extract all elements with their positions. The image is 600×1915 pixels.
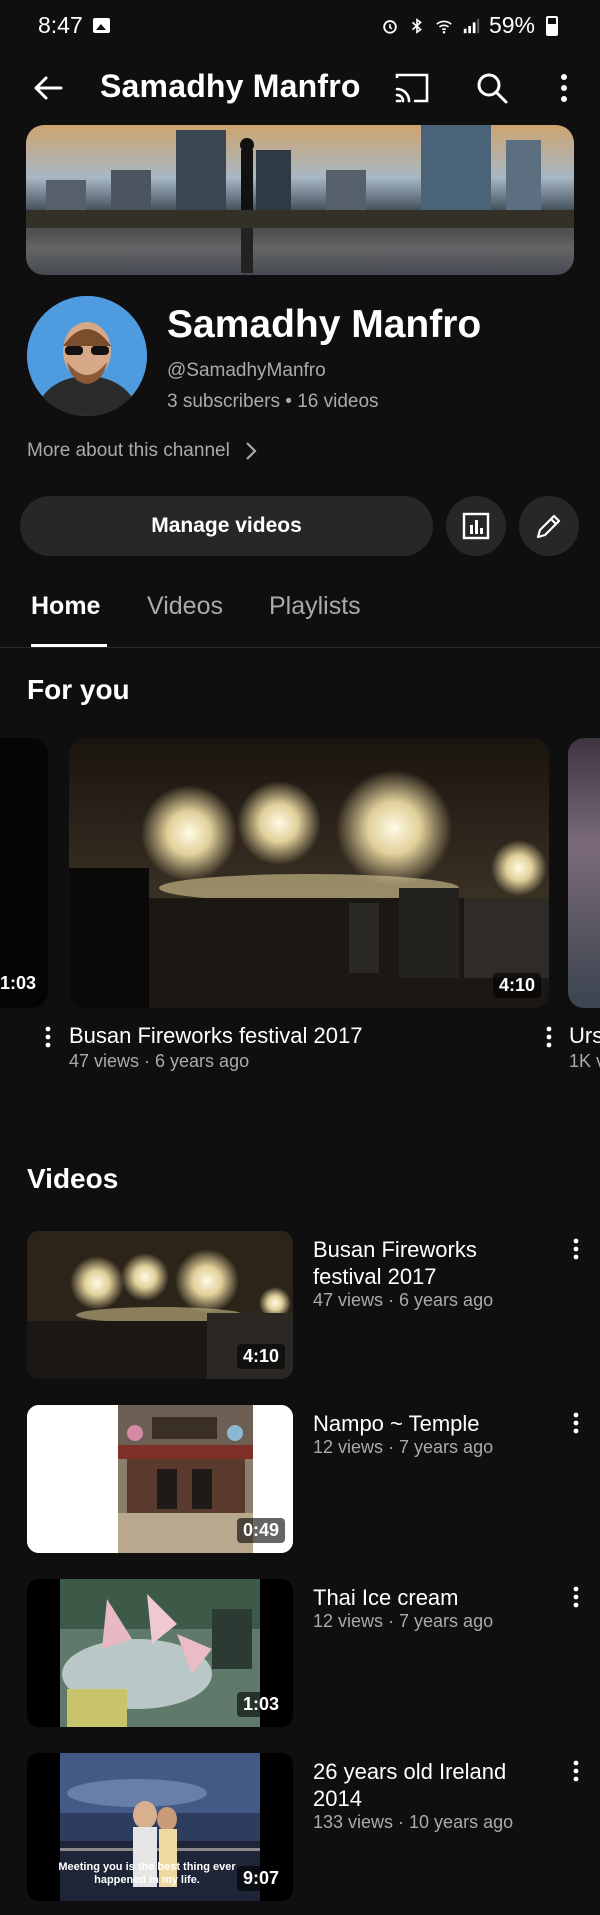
tab-home[interactable]: Home: [31, 592, 100, 621]
video-duration: 0:49: [236, 1518, 285, 1543]
edit-channel-button[interactable]: [519, 496, 579, 556]
more-options-icon[interactable]: [544, 68, 584, 108]
video-title[interactable]: Nampo ~ Temple: [313, 1410, 543, 1437]
search-icon[interactable]: [472, 68, 512, 108]
video-options-icon[interactable]: [40, 1025, 56, 1049]
video-thumbnail[interactable]: 1:03: [27, 1579, 293, 1727]
next-video-options-icon[interactable]: [541, 1025, 557, 1049]
bluetooth-icon: [411, 17, 422, 34]
status-bar: 8:47 59%: [0, 0, 600, 56]
video-options-icon[interactable]: [568, 1759, 584, 1783]
previous-video-thumbnail[interactable]: [0, 738, 48, 1008]
channel-banner: [26, 125, 574, 275]
video-thumbnail[interactable]: 0:49: [27, 1405, 293, 1553]
channel-tabs: Home Videos Playlists: [0, 578, 600, 648]
video-thumbnail[interactable]: Meeting you is the best thing ever happe…: [27, 1753, 293, 1901]
video-caption-text: Meeting you is the best thing ever happe…: [58, 1861, 236, 1886]
app-bar: Samadhy Manfro: [0, 56, 600, 120]
channel-stats: 3 subscribers • 16 videos: [167, 391, 379, 412]
back-arrow-icon[interactable]: [28, 68, 68, 108]
active-tab-indicator: [31, 644, 107, 647]
battery-icon: [546, 15, 558, 36]
signal-icon: [463, 18, 480, 33]
previous-video-duration: 1:03: [0, 973, 37, 993]
video-duration: 4:10: [492, 973, 541, 998]
list-item[interactable]: 1:03 Thai Ice cream 12 views · 7 years a…: [0, 1579, 600, 1729]
channel-name: Samadhy Manfro: [167, 303, 482, 346]
analytics-icon: [462, 512, 490, 540]
next-video-meta: 1K v: [569, 1051, 600, 1071]
list-item[interactable]: Meeting you is the best thing ever happe…: [0, 1753, 600, 1903]
banner-image: [26, 125, 574, 275]
fireworks-image: [69, 738, 549, 1008]
video-options-icon[interactable]: [568, 1411, 584, 1435]
video-meta: 133 views · 10 years ago: [313, 1812, 514, 1832]
tab-playlists[interactable]: Playlists: [269, 592, 361, 621]
list-item[interactable]: 4:10 Busan Fireworks festival 2017 47 vi…: [0, 1231, 600, 1381]
more-about-label: More about this channel: [27, 440, 230, 461]
video-thumbnail[interactable]: 4:10: [27, 1231, 293, 1379]
video-duration: 4:10: [236, 1344, 285, 1369]
video-duration: 9:07: [236, 1866, 285, 1891]
videos-heading: Videos: [27, 1163, 119, 1194]
video-meta: 47 views · 6 years ago: [313, 1290, 494, 1310]
more-about-channel-link[interactable]: More about this channel: [27, 440, 258, 462]
channel-avatar[interactable]: [27, 296, 147, 416]
video-meta: 12 views · 7 years ago: [313, 1437, 494, 1457]
next-video-thumbnail[interactable]: [568, 738, 600, 1008]
for-you-heading: For you: [27, 674, 130, 705]
manage-videos-button[interactable]: Manage videos: [20, 496, 433, 556]
for-you-video-meta: 47 views · 6 years ago: [69, 1051, 250, 1071]
status-icons: 59%: [381, 12, 558, 39]
battery-percent: 59%: [488, 12, 535, 38]
app-bar-title: Samadhy Manfro: [100, 68, 361, 104]
video-title[interactable]: Busan Fireworks festival 2017: [313, 1236, 543, 1290]
avatar-image: [27, 296, 147, 416]
video-title[interactable]: Thai Ice cream: [313, 1584, 543, 1611]
list-item[interactable]: 0:49 Nampo ~ Temple 12 views · 7 years a…: [0, 1405, 600, 1555]
channel-handle: @SamadhyManfro: [167, 360, 326, 381]
next-video-title[interactable]: Urs: [569, 1023, 600, 1049]
video-options-icon[interactable]: [568, 1237, 584, 1261]
pencil-icon: [536, 514, 561, 539]
for-you-video-thumbnail[interactable]: 4:10: [69, 738, 549, 1008]
cast-icon[interactable]: [392, 68, 432, 108]
alarm-icon: [383, 19, 397, 34]
video-title[interactable]: 26 years old Ireland 2014: [313, 1758, 543, 1812]
video-options-icon[interactable]: [568, 1585, 584, 1609]
gallery-notification-icon: [93, 18, 110, 33]
chevron-right-icon: [246, 442, 257, 460]
analytics-button[interactable]: [446, 496, 506, 556]
video-duration: 1:03: [236, 1692, 285, 1717]
for-you-video-title[interactable]: Busan Fireworks festival 2017: [69, 1023, 362, 1049]
tab-videos[interactable]: Videos: [147, 592, 223, 621]
wifi-icon: [436, 20, 452, 34]
status-time: 8:47: [38, 12, 83, 38]
video-meta: 12 views · 7 years ago: [313, 1611, 494, 1631]
